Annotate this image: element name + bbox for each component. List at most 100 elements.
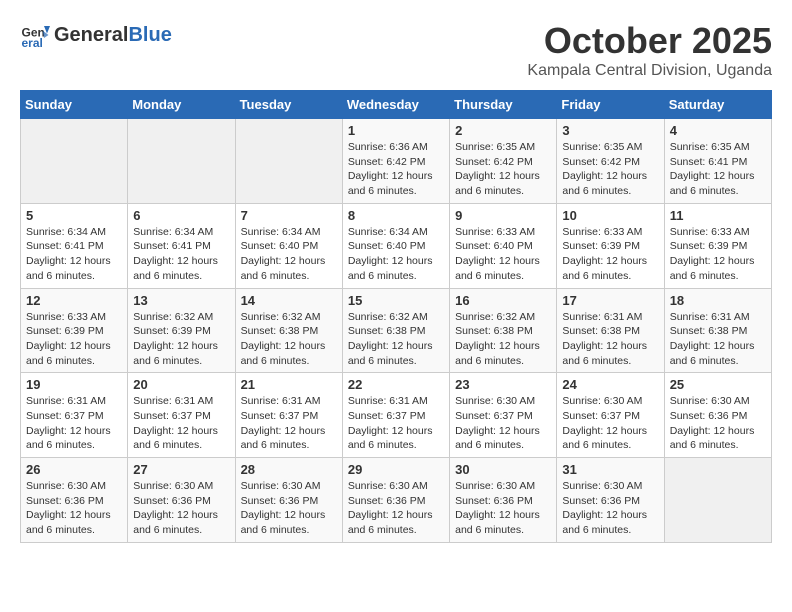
calendar-cell: 10 Sunrise: 6:33 AM Sunset: 6:39 PM Dayli… bbox=[557, 203, 664, 288]
calendar-cell: 21 Sunrise: 6:31 AM Sunset: 6:37 PM Dayli… bbox=[235, 373, 342, 458]
day-number: 2 bbox=[455, 123, 551, 138]
day-of-week-header: Friday bbox=[557, 91, 664, 119]
day-number: 16 bbox=[455, 293, 551, 308]
logo-general-text: General bbox=[54, 24, 128, 47]
calendar-week-row: 26 Sunrise: 6:30 AM Sunset: 6:36 PM Dayli… bbox=[21, 458, 772, 543]
title-block: October 2025 Kampala Central Division, U… bbox=[527, 20, 772, 80]
calendar-cell: 16 Sunrise: 6:32 AM Sunset: 6:38 PM Dayli… bbox=[450, 288, 557, 373]
day-info: Sunrise: 6:31 AM Sunset: 6:38 PM Dayligh… bbox=[562, 310, 658, 369]
calendar-week-row: 19 Sunrise: 6:31 AM Sunset: 6:37 PM Dayli… bbox=[21, 373, 772, 458]
day-info: Sunrise: 6:31 AM Sunset: 6:37 PM Dayligh… bbox=[348, 394, 444, 453]
day-number: 24 bbox=[562, 377, 658, 392]
calendar-cell: 9Sunrise: 6:33 AM Sunset: 6:40 PM Daylig… bbox=[450, 203, 557, 288]
calendar-week-row: 5Sunrise: 6:34 AM Sunset: 6:41 PM Daylig… bbox=[21, 203, 772, 288]
day-number: 30 bbox=[455, 462, 551, 477]
day-number: 11 bbox=[670, 208, 766, 223]
day-info: Sunrise: 6:35 AM Sunset: 6:42 PM Dayligh… bbox=[562, 140, 658, 199]
calendar-cell: 24Sunrise: 6:30 AM Sunset: 6:37 PM Dayli… bbox=[557, 373, 664, 458]
calendar-cell bbox=[21, 119, 128, 204]
calendar-cell: 22 Sunrise: 6:31 AM Sunset: 6:37 PM Dayli… bbox=[342, 373, 449, 458]
day-number: 17 bbox=[562, 293, 658, 308]
day-info: Sunrise: 6:33 AM Sunset: 6:39 PM Dayligh… bbox=[562, 225, 658, 284]
calendar-cell: 15Sunrise: 6:32 AM Sunset: 6:38 PM Dayli… bbox=[342, 288, 449, 373]
day-info: Sunrise: 6:30 AM Sunset: 6:36 PM Dayligh… bbox=[455, 479, 551, 538]
calendar-cell: 30 Sunrise: 6:30 AM Sunset: 6:36 PM Dayli… bbox=[450, 458, 557, 543]
day-number: 26 bbox=[26, 462, 122, 477]
calendar-header: SundayMondayTuesdayWednesdayThursdayFrid… bbox=[21, 91, 772, 119]
day-info: Sunrise: 6:35 AM Sunset: 6:42 PM Dayligh… bbox=[455, 140, 551, 199]
calendar-cell: 26Sunrise: 6:30 AM Sunset: 6:36 PM Dayli… bbox=[21, 458, 128, 543]
location-title: Kampala Central Division, Uganda bbox=[527, 62, 772, 80]
day-info: Sunrise: 6:34 AM Sunset: 6:40 PM Dayligh… bbox=[348, 225, 444, 284]
calendar-cell: 1 Sunrise: 6:36 AM Sunset: 6:42 PM Daylig… bbox=[342, 119, 449, 204]
calendar-cell: 12Sunrise: 6:33 AM Sunset: 6:39 PM Dayli… bbox=[21, 288, 128, 373]
day-info: Sunrise: 6:32 AM Sunset: 6:38 PM Dayligh… bbox=[241, 310, 337, 369]
day-of-week-header: Monday bbox=[128, 91, 235, 119]
day-number: 1 bbox=[348, 123, 444, 138]
calendar-cell: 5Sunrise: 6:34 AM Sunset: 6:41 PM Daylig… bbox=[21, 203, 128, 288]
day-info: Sunrise: 6:31 AM Sunset: 6:37 PM Dayligh… bbox=[241, 394, 337, 453]
day-number: 15 bbox=[348, 293, 444, 308]
day-number: 12 bbox=[26, 293, 122, 308]
day-number: 10 bbox=[562, 208, 658, 223]
day-number: 27 bbox=[133, 462, 229, 477]
day-info: Sunrise: 6:34 AM Sunset: 6:40 PM Dayligh… bbox=[241, 225, 337, 284]
svg-text:eral: eral bbox=[22, 36, 43, 50]
day-of-week-header: Tuesday bbox=[235, 91, 342, 119]
month-title: October 2025 bbox=[527, 20, 772, 62]
day-number: 22 bbox=[348, 377, 444, 392]
day-info: Sunrise: 6:34 AM Sunset: 6:41 PM Dayligh… bbox=[26, 225, 122, 284]
day-number: 31 bbox=[562, 462, 658, 477]
calendar-cell: 8 Sunrise: 6:34 AM Sunset: 6:40 PM Daylig… bbox=[342, 203, 449, 288]
day-of-week-header: Wednesday bbox=[342, 91, 449, 119]
calendar-cell: 3 Sunrise: 6:35 AM Sunset: 6:42 PM Daylig… bbox=[557, 119, 664, 204]
day-info: Sunrise: 6:32 AM Sunset: 6:38 PM Dayligh… bbox=[455, 310, 551, 369]
day-info: Sunrise: 6:36 AM Sunset: 6:42 PM Dayligh… bbox=[348, 140, 444, 199]
day-info: Sunrise: 6:35 AM Sunset: 6:41 PM Dayligh… bbox=[670, 140, 766, 199]
calendar-cell: 28 Sunrise: 6:30 AM Sunset: 6:36 PM Dayli… bbox=[235, 458, 342, 543]
calendar-cell: 29 Sunrise: 6:30 AM Sunset: 6:36 PM Dayli… bbox=[342, 458, 449, 543]
day-number: 14 bbox=[241, 293, 337, 308]
calendar-cell: 19 Sunrise: 6:31 AM Sunset: 6:37 PM Dayli… bbox=[21, 373, 128, 458]
calendar-cell: 18 Sunrise: 6:31 AM Sunset: 6:38 PM Dayli… bbox=[664, 288, 771, 373]
day-of-week-header: Saturday bbox=[664, 91, 771, 119]
calendar-cell: 13Sunrise: 6:32 AM Sunset: 6:39 PM Dayli… bbox=[128, 288, 235, 373]
day-number: 29 bbox=[348, 462, 444, 477]
calendar-cell: 7 Sunrise: 6:34 AM Sunset: 6:40 PM Daylig… bbox=[235, 203, 342, 288]
calendar-cell: 23 Sunrise: 6:30 AM Sunset: 6:37 PM Dayli… bbox=[450, 373, 557, 458]
day-info: Sunrise: 6:30 AM Sunset: 6:36 PM Dayligh… bbox=[241, 479, 337, 538]
day-number: 18 bbox=[670, 293, 766, 308]
day-info: Sunrise: 6:31 AM Sunset: 6:38 PM Dayligh… bbox=[670, 310, 766, 369]
day-number: 19 bbox=[26, 377, 122, 392]
day-number: 23 bbox=[455, 377, 551, 392]
logo: Gen eral General Blue bbox=[20, 20, 172, 50]
day-number: 20 bbox=[133, 377, 229, 392]
calendar-cell: 27Sunrise: 6:30 AM Sunset: 6:36 PM Dayli… bbox=[128, 458, 235, 543]
day-of-week-header: Sunday bbox=[21, 91, 128, 119]
calendar-cell: 11 Sunrise: 6:33 AM Sunset: 6:39 PM Dayli… bbox=[664, 203, 771, 288]
day-number: 8 bbox=[348, 208, 444, 223]
day-info: Sunrise: 6:30 AM Sunset: 6:37 PM Dayligh… bbox=[455, 394, 551, 453]
day-number: 4 bbox=[670, 123, 766, 138]
calendar-week-row: 12Sunrise: 6:33 AM Sunset: 6:39 PM Dayli… bbox=[21, 288, 772, 373]
day-info: Sunrise: 6:31 AM Sunset: 6:37 PM Dayligh… bbox=[133, 394, 229, 453]
calendar-cell bbox=[235, 119, 342, 204]
calendar-body: 1 Sunrise: 6:36 AM Sunset: 6:42 PM Daylig… bbox=[21, 119, 772, 543]
day-number: 28 bbox=[241, 462, 337, 477]
day-info: Sunrise: 6:31 AM Sunset: 6:37 PM Dayligh… bbox=[26, 394, 122, 453]
calendar-cell: 6Sunrise: 6:34 AM Sunset: 6:41 PM Daylig… bbox=[128, 203, 235, 288]
logo-icon: Gen eral bbox=[20, 20, 50, 50]
day-number: 7 bbox=[241, 208, 337, 223]
day-info: Sunrise: 6:30 AM Sunset: 6:36 PM Dayligh… bbox=[348, 479, 444, 538]
day-of-week-header: Thursday bbox=[450, 91, 557, 119]
page-header: Gen eral General Blue October 2025 Kampa… bbox=[20, 20, 772, 80]
calendar-cell: 2 Sunrise: 6:35 AM Sunset: 6:42 PM Daylig… bbox=[450, 119, 557, 204]
day-info: Sunrise: 6:32 AM Sunset: 6:39 PM Dayligh… bbox=[133, 310, 229, 369]
day-info: Sunrise: 6:33 AM Sunset: 6:39 PM Dayligh… bbox=[670, 225, 766, 284]
day-number: 9 bbox=[455, 208, 551, 223]
logo-blue-text: Blue bbox=[128, 24, 171, 47]
day-number: 3 bbox=[562, 123, 658, 138]
day-number: 21 bbox=[241, 377, 337, 392]
calendar-cell: 25Sunrise: 6:30 AM Sunset: 6:36 PM Dayli… bbox=[664, 373, 771, 458]
calendar-cell: 31Sunrise: 6:30 AM Sunset: 6:36 PM Dayli… bbox=[557, 458, 664, 543]
